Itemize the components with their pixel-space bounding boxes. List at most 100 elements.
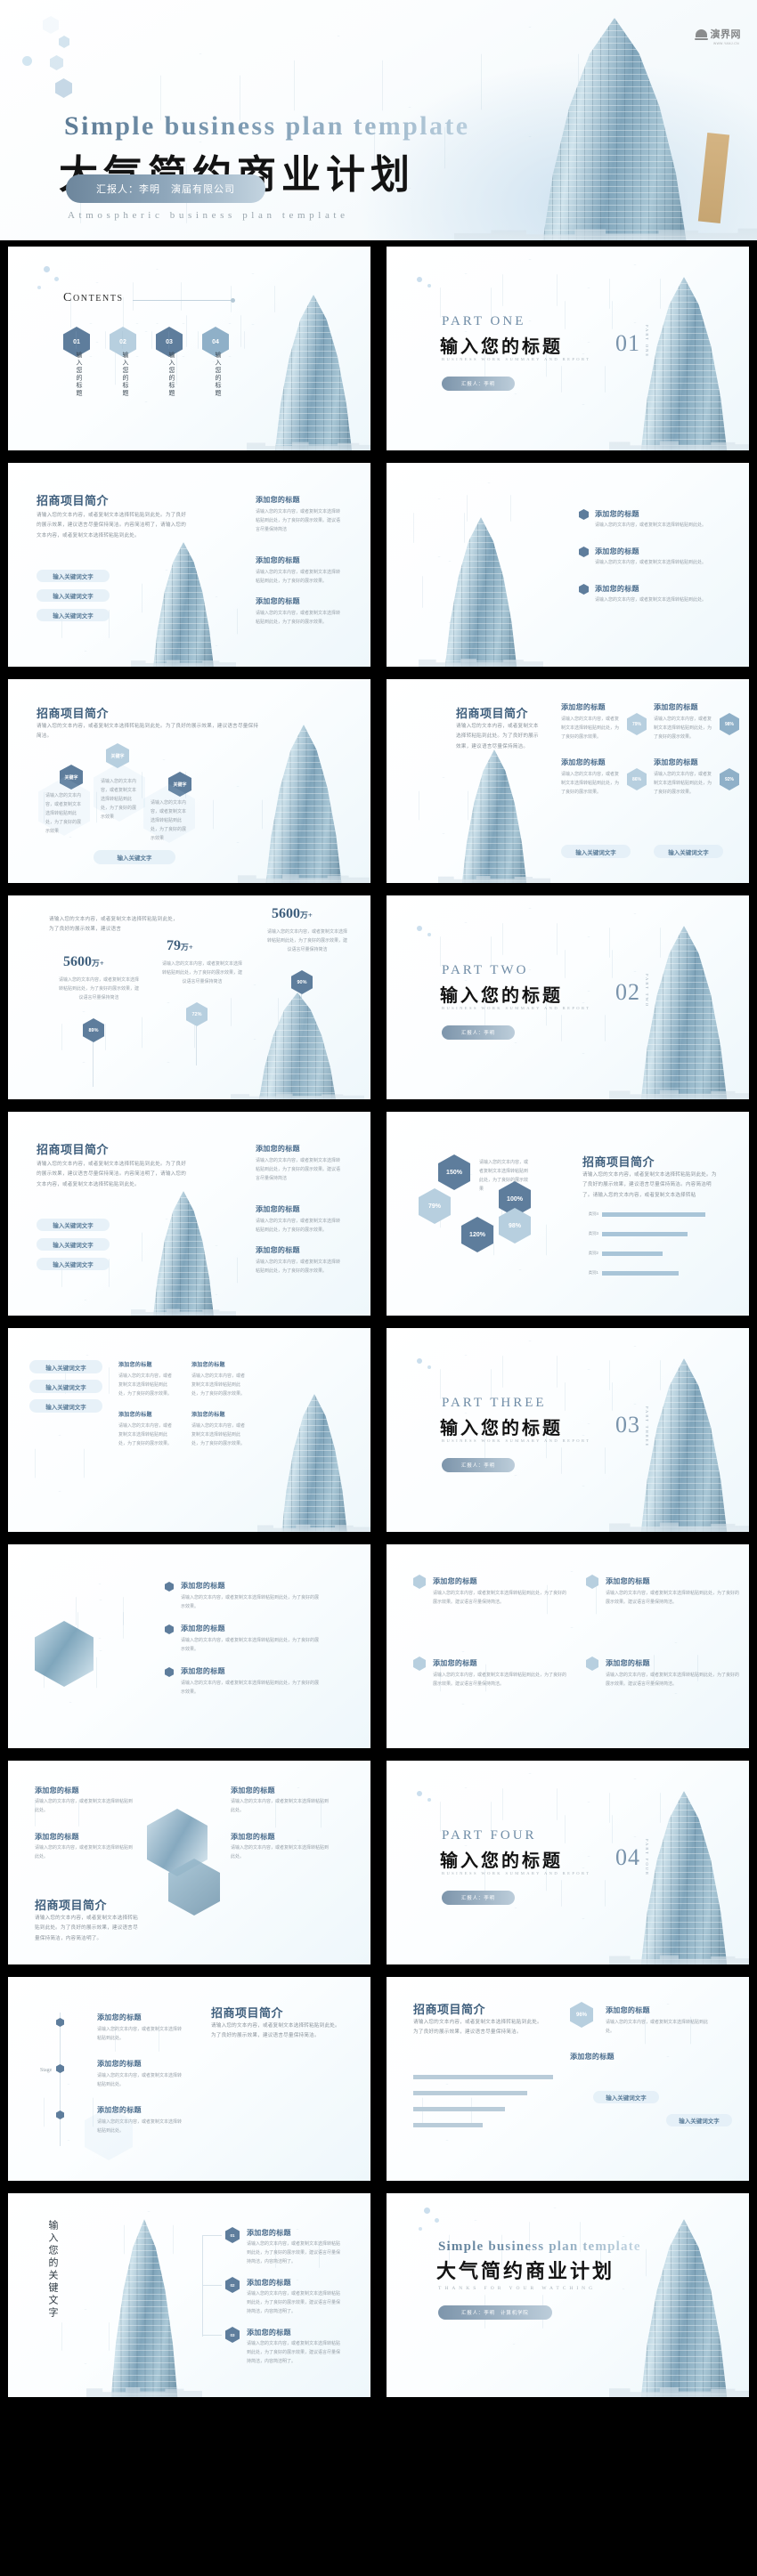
slide-cell: Contents 01 输入您的标题 02 输入您的标题 03 输入您的标题 04 输入您的标题 xyxy=(0,240,378,457)
slide-contents[interactable]: Contents 01 输入您的标题 02 输入您的标题 03 输入您的标题 04 输入您的标题 xyxy=(8,247,370,450)
slide-body-text: 请输入您的文本内容，或者复制文本选择转粘贴到此处。为了良好的展示效果，建议语言尽… xyxy=(456,724,539,749)
keyword-pill[interactable]: 输入关键词文字 xyxy=(37,570,110,582)
bullet-hex-icon xyxy=(165,1582,174,1592)
section-presenter-pill[interactable]: 汇报人：李明 xyxy=(442,377,515,391)
left-keyword-pill[interactable]: 输入关键词文字 xyxy=(29,1360,102,1373)
section-presenter-pill[interactable]: 汇报人：李明 xyxy=(442,1891,515,1905)
left-keyword-pill[interactable]: 输入关键词文字 xyxy=(29,1399,102,1413)
hero-presenter-pill[interactable]: 汇报人：李明 演届有限公司 xyxy=(66,174,265,203)
slide-hex-percent-chart[interactable]: 150% 100% 79% 120% 98% 请输入您的文本内容，或者复制文本选择转粘贴到… xyxy=(387,1112,749,1316)
section-chinese-title: 输入您的标题 xyxy=(440,337,563,357)
card-body: 请输入您的文本内容，或者复制文本选择转粘贴到此处，为了良好的展示效果。 xyxy=(256,1260,341,1274)
card-hex-icon xyxy=(413,1575,426,1589)
keyword-pill[interactable]: 输入关键词文字 xyxy=(37,1258,110,1270)
section-presenter-pill[interactable]: 汇报人：李明 xyxy=(442,1025,515,1040)
city-shape xyxy=(609,1089,749,1099)
footer-pill[interactable]: 输入关键词文字 xyxy=(654,845,723,858)
slide-part-four[interactable]: PART FOUR 输入您的标题 BUSINESS WORK SUMMARY AND… xyxy=(387,1761,749,1964)
slide-part-three[interactable]: PART THREE 输入您的标题 BUSINESS WORK SUMMARY AN… xyxy=(387,1328,749,1532)
city-skyline xyxy=(609,2344,749,2397)
slide-photo-hex[interactable]: 添加您的标题请输入您的文本内容，或者复制文本选择转粘贴到此处，为了良好的展示效果… xyxy=(8,1544,370,1748)
chart-bar xyxy=(413,2091,528,2095)
card-hex-icon xyxy=(586,1657,598,1671)
slide-intro-2[interactable]: 招商项目简介 请输入您的文本内容，或者复制文本选择转粘贴到此处。为了良好的展示效果… xyxy=(8,1112,370,1316)
city-skyline xyxy=(86,2344,202,2397)
chart-bar xyxy=(413,2075,553,2079)
contents-item-label: 输入您的标题 xyxy=(76,352,82,397)
item-body: 请输入您的文本内容，或者复制文本选择转粘贴到此处，为了良好的展示效果。 xyxy=(181,1595,320,1609)
blurb-text: 请输入您的文本内容，或者复制文本选择转粘贴到此处，为了良好的展示效果 xyxy=(45,793,82,834)
chart-bar-label: 类别2 xyxy=(588,1251,598,1255)
keyword-pill[interactable]: 输入关键词文字 xyxy=(37,609,110,621)
stat-body: 请输入您的文本内容，或者复制文本选择转粘贴到此处，为了良好的展示效果，建议语言尽… xyxy=(266,929,347,952)
slide-hex-keywords[interactable]: 招商项目简介请输入您的文本内容，或者复制文本选择转粘贴到此处。为了良好的展示效果… xyxy=(8,679,370,883)
tower-photo xyxy=(231,992,364,1099)
cell-body: 请输入您的文本内容，或者复制文本选择转粘贴到此处，为了良好的展示效果。 xyxy=(118,1423,173,1446)
decor-dot xyxy=(427,1798,431,1802)
chart-bar xyxy=(413,2107,506,2111)
percent-hex: 98% xyxy=(720,713,739,735)
tower-photo xyxy=(609,1791,749,1964)
right-body-text: 请输入您的文本内容，或者复制文本选择转粘贴到此处，为了良好的展示效果。建议语言尽… xyxy=(256,1158,341,1181)
percent-hex: 86% xyxy=(627,768,647,790)
stat-value: 79万+ xyxy=(167,938,193,954)
decor-hexagon-small xyxy=(50,55,63,70)
footer-pill[interactable]: 输入关键词文字 xyxy=(666,2114,732,2126)
keyword-pill[interactable]: 输入关键词文字 xyxy=(37,1238,110,1251)
slide-part-one[interactable]: PART ONE 输入您的标题 BUSINESS WORK SUMMARY AND … xyxy=(387,247,749,450)
footer-pill[interactable]: 输入关键词文字 xyxy=(593,2091,659,2103)
decor-dot xyxy=(37,286,41,289)
left-keyword-pill[interactable]: 输入关键词文字 xyxy=(29,1380,102,1393)
decor-hexagon xyxy=(565,1802,613,1857)
slide-bars-slide[interactable]: 招商项目简介 请输入您的文本内容，或者复制文本选择转粘贴到此处。为了良好的展示效果… xyxy=(387,1977,749,2181)
slide-four-cards[interactable]: 添加您的标题 请输入您的文本内容，或者复制文本选择转粘贴到此处，为了良好的展示效果… xyxy=(387,1544,749,1748)
card-title: 添加您的标题 xyxy=(433,1577,477,1585)
hero-english-title: Simple business plan template xyxy=(64,111,470,141)
card-body: 请输入您的文本内容，或者复制文本选择转粘贴到此处，为了良好的展示效果。 xyxy=(654,717,712,740)
closing-presenter-pill[interactable]: 汇报人：李明 计算机学院 xyxy=(438,2305,552,2320)
card-title: 添加您的标题 xyxy=(606,1577,650,1585)
keyword-pill[interactable]: 输入关键词文字 xyxy=(37,1219,110,1231)
percent-badge-hex: 96% xyxy=(570,2002,593,2028)
step-hex: 02 xyxy=(225,2277,240,2293)
section-presenter-pill[interactable]: 汇报人：李明 xyxy=(442,1458,515,1472)
slide-cell: 添加您的标题 请输入您的文本内容，或者复制文本选择转粘贴到此处，为了良好的展示效果… xyxy=(378,1538,757,1754)
footer-keyword-pill[interactable]: 输入关键文字 xyxy=(94,850,175,864)
slide-bullets-1[interactable]: 添加您的标题 请输入您的文本内容，或者复制文本选择转粘贴到此处。 添加您的标题 请输入… xyxy=(387,463,749,667)
slide-pills-grid[interactable]: 输入关键词文字 输入关键词文字 输入关键词文字 添加您的标题请输入您的文本内容，或者复… xyxy=(8,1328,370,1532)
section-english-subtitle: BUSINESS WORK SUMMARY AND REPORT xyxy=(442,1871,591,1875)
slide-vertical-steps[interactable]: 输入您的关键文字 01 添加您的标题 请输入您的文本内容，或者复制文本选择转粘贴到此处… xyxy=(8,2193,370,2397)
footer-pill[interactable]: 输入关键词文字 xyxy=(561,845,631,858)
card-body: 请输入您的文本内容，或者复制文本选择转粘贴到此处，为了良好的展示效果。 xyxy=(654,772,712,795)
stat-unit: 万+ xyxy=(92,959,104,968)
slide-body-text: 请输入您的文本内容，或者复制文本选择转粘贴到此处。为了良好的展示效果，建议语言尽… xyxy=(37,724,259,740)
slide-thanks[interactable]: Simple business plan template 大气简约商业计划 THA… xyxy=(387,2193,749,2397)
cell-body: 请输入您的文本内容，或者复制文本选择转粘贴到此处，为了良好的展示效果。 xyxy=(118,1373,173,1397)
contents-item-label: 输入您的标题 xyxy=(122,352,128,397)
decor-hexagon xyxy=(35,1435,85,1492)
cell-title: 添加您的标题 xyxy=(118,1363,152,1368)
slide-photo-hex-2[interactable]: 添加您的标题 请输入您的文本内容，或者复制文本选择转粘贴到此处。 添加您的标题 请输入… xyxy=(8,1761,370,1964)
vertical-title: 输入您的关键文字 xyxy=(47,2220,58,2320)
slide-heading: 招商项目简介 xyxy=(37,707,110,720)
decor-hexagon-small xyxy=(59,36,69,48)
slide-body-text: 请输入您的文本内容，或者复制文本选择转粘贴到此处。为了良好的展示效果，建议语言尽… xyxy=(582,1172,717,1198)
logo-text: 演界网 xyxy=(710,29,741,40)
slide-cell: 招商项目简介 请输入您的文本内容，或者复制文本选择转粘贴到此处。为了良好的展示效果… xyxy=(378,1971,757,2187)
slide-intro-1[interactable]: 招商项目简介 请输入您的文本内容，或者复制文本选择转粘贴到此处。为了良好的展示效果… xyxy=(8,463,370,667)
slide-part-two[interactable]: PART TWO 输入您的标题 BUSINESS WORK SUMMARY AND … xyxy=(387,895,749,1099)
slide-heading: 招商项目简介 xyxy=(37,1143,110,1156)
city-shape xyxy=(438,875,550,883)
slide-hex-percent-grid[interactable]: 招商项目简介 请输入您的文本内容，或者复制文本选择转粘贴到此处。为了良好的展示效果… xyxy=(387,679,749,883)
item-title: 添加您的标题 xyxy=(181,1582,225,1590)
slide-stats[interactable]: 请输入您的文本内容，或者复制文本选择转粘贴到此处，为了良好的展示效果，建议语言 5… xyxy=(8,895,370,1099)
city-shape xyxy=(131,659,236,667)
keyword-pill[interactable]: 输入关键词文字 xyxy=(37,589,110,602)
slide-body-text: 请输入您的文本内容，或者复制文本选择转粘贴到此处。为了良好的展示效果，建议语言尽… xyxy=(35,1916,138,1941)
item-body: 请输入您的文本内容，或者复制文本选择转粘贴到此处。 xyxy=(231,1799,330,1813)
step-title: 添加您的标题 xyxy=(247,2329,291,2337)
chart-bar-label: 类别3 xyxy=(588,1231,598,1235)
card-title: 添加您的标题 xyxy=(654,703,698,711)
city-shape xyxy=(247,441,370,450)
slide-timeline[interactable]: Stage 招商项目简介 请输入您的文本内容，或者复制文本选择转粘贴到此处。为了良好… xyxy=(8,1977,370,2181)
